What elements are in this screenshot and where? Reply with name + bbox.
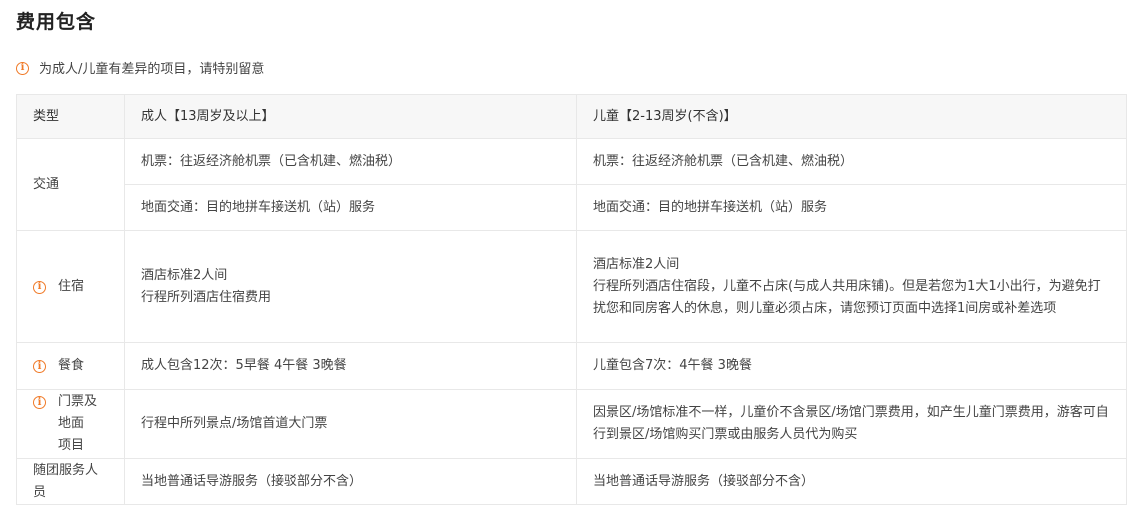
table-header-row: 类型 成人【13周岁及以上】 儿童【2-13周岁(不含)】 (16, 94, 1127, 139)
type-label-line: 门票及地面 (58, 394, 98, 431)
cell-child-guide: 当地普通话导游服务（接驳部分不含） (576, 458, 1127, 505)
cell-child-ground: 地面交通：目的地拼车接送机（站）服务 (576, 184, 1127, 231)
type-tickets: i 门票及地面 项目 (16, 389, 125, 459)
cell-line: 酒店标准2人间 (593, 256, 680, 272)
table-row-tickets: i 门票及地面 项目 行程中所列景点/场馆首道大门票 因景区/场馆标准不一样，儿… (16, 389, 1127, 459)
type-transport: 交通 (16, 138, 125, 231)
info-icon: i (33, 280, 46, 294)
notice-text: 为成人/儿童有差异的项目，请特别留意 (39, 62, 265, 77)
type-label: 门票及地面 项目 (58, 391, 108, 457)
type-guide: 随团服务人员 (16, 458, 125, 505)
fee-inclusion-table: 类型 成人【13周岁及以上】 儿童【2-13周岁(不含)】 交通 机票：往返经济… (16, 94, 1127, 505)
cell-adult-meals: 成人包含12次：5早餐 4午餐 3晚餐 (124, 342, 577, 390)
cell-child-lodging: 酒店标准2人间 行程所列酒店住宿段，儿童不占床(与成人共用床铺)。但是若您为1大… (576, 230, 1127, 343)
table-row-guide: 随团服务人员 当地普通话导游服务（接驳部分不含） 当地普通话导游服务（接驳部分不… (16, 458, 1127, 505)
type-label-line: 项目 (58, 438, 85, 453)
cell-line: 行程所列酒店住宿段，儿童不占床(与成人共用床铺)。但是若您为1大1小出行，为避免… (593, 278, 1101, 316)
cell-adult-lodging: 酒店标准2人间 行程所列酒店住宿费用 (124, 230, 577, 343)
table-row-transport-ground: 地面交通：目的地拼车接送机（站）服务 地面交通：目的地拼车接送机（站）服务 (17, 184, 1127, 231)
type-label: 住宿 (58, 278, 85, 294)
info-icon: i (33, 396, 46, 409)
cell-adult-guide: 当地普通话导游服务（接驳部分不含） (124, 458, 577, 505)
cell-adult-flight: 机票：往返经济舱机票（已含机建、燃油税） (124, 138, 577, 185)
table-row-lodging: i 住宿 酒店标准2人间 行程所列酒店住宿费用 酒店标准2人间 行程所列酒店住宿… (16, 230, 1127, 343)
type-label: 随团服务人员 (33, 462, 99, 500)
info-icon: i (33, 360, 46, 373)
cell-adult-tickets: 行程中所列景点/场馆首道大门票 (124, 389, 577, 459)
header-type: 类型 (16, 94, 125, 139)
info-icon: i (16, 61, 29, 75)
type-meals: i 餐食 (16, 342, 125, 390)
cell-adult-ground: 地面交通：目的地拼车接送机（站）服务 (124, 184, 577, 231)
type-label: 餐食 (58, 358, 85, 373)
difference-notice: i 为成人/儿童有差异的项目，请特别留意 (16, 58, 264, 77)
cell-child-tickets: 因景区/场馆标准不一样，儿童价不含景区/场馆门票费用，如产生儿童门票费用，游客可… (576, 389, 1127, 459)
table-row-meals: i 餐食 成人包含12次：5早餐 4午餐 3晚餐 儿童包含7次：4午餐 3晚餐 (16, 342, 1127, 390)
cell-child-flight: 机票：往返经济舱机票（已含机建、燃油税） (576, 138, 1127, 185)
header-child: 儿童【2-13周岁(不含)】 (576, 94, 1127, 139)
cell-child-meals: 儿童包含7次：4午餐 3晚餐 (576, 342, 1127, 390)
table-row-transport-flight: 交通 机票：往返经济舱机票（已含机建、燃油税） 机票：往返经济舱机票（已含机建、… (16, 138, 1127, 231)
cell-line: 酒店标准2人间 (141, 267, 228, 283)
cell-line: 行程所列酒店住宿费用 (141, 289, 272, 305)
header-adult: 成人【13周岁及以上】 (124, 94, 577, 139)
type-label: 交通 (33, 176, 60, 192)
type-lodging: i 住宿 (16, 230, 125, 343)
section-title: 费用包含 (16, 11, 97, 33)
